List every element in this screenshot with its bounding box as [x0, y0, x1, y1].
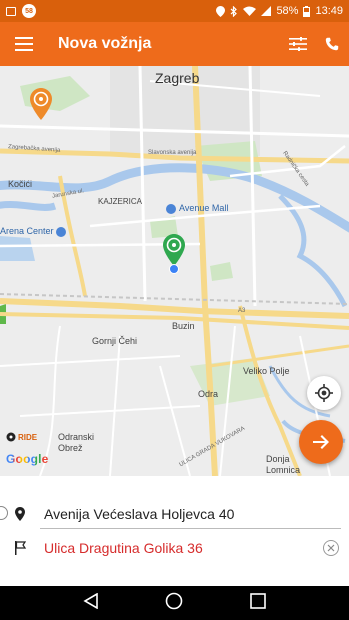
- recents-button[interactable]: [250, 592, 266, 614]
- arrow-right-icon: [313, 435, 329, 449]
- map-label-kocici: Kočići: [8, 179, 33, 189]
- map-poi-avenue-mall[interactable]: Avenue Mall: [166, 203, 228, 214]
- poi-label: Arena Center: [0, 226, 54, 236]
- map-label-kajzerica: KAJZERICA: [98, 197, 143, 206]
- notification-badge: 58: [22, 4, 36, 18]
- current-location-dot-icon: [169, 264, 179, 274]
- google-logo-text: Google: [6, 452, 49, 466]
- signal-icon: [261, 6, 272, 16]
- battery-percent: 58%: [276, 5, 299, 17]
- my-location-button[interactable]: [307, 376, 341, 410]
- call-button[interactable]: [315, 22, 349, 66]
- map-label-veliko-polje: Veliko Polje: [243, 366, 290, 376]
- clock: 13:49: [315, 5, 343, 17]
- back-button[interactable]: [83, 592, 99, 614]
- phone-icon: [325, 37, 339, 51]
- page-title: Nova vožnja: [58, 35, 152, 52]
- close-icon: [327, 544, 335, 552]
- next-button[interactable]: [299, 420, 343, 464]
- map-label-odranski-obrez: Odranski Obrež: [58, 432, 95, 453]
- location-icon: [216, 5, 226, 17]
- shopping-icon: [166, 203, 176, 214]
- clear-destination-button[interactable]: [323, 540, 339, 556]
- map-label-gornji-cehi: Gornji Čehi: [92, 336, 138, 346]
- battery-icon: [303, 5, 311, 17]
- ride-logo: RIDE: [6, 432, 37, 442]
- map-label-donja-lomnica: Donja Lomnica: [266, 454, 301, 475]
- status-bar: 58 58% 13:49: [0, 0, 349, 22]
- shopping-icon: [56, 226, 67, 237]
- home-button[interactable]: [165, 592, 183, 615]
- wifi-icon: [243, 6, 257, 16]
- home-icon: [166, 592, 183, 609]
- map-view[interactable]: Zagreb Zagrebačka avenija Slavonska aven…: [0, 66, 349, 476]
- crosshair-icon: [315, 384, 333, 402]
- map-label-city: Zagreb: [155, 70, 200, 86]
- poi-label: Avenue Mall: [179, 203, 229, 213]
- location-pin-icon: [15, 507, 25, 521]
- pickup-address: Avenija Većeslava Holjevca 40: [44, 506, 235, 522]
- app-bar: Nova vožnja: [0, 22, 349, 66]
- film-reel-icon: [6, 432, 16, 442]
- map-label-buzin: Buzin: [172, 321, 195, 331]
- image-notification-icon: [6, 6, 16, 16]
- destination-address: Ulica Dragutina Golika 36: [44, 540, 203, 556]
- address-panel: Avenija Većeslava Holjevca 40 Ulica Drag…: [0, 476, 349, 586]
- driver-pin-icon[interactable]: [30, 88, 52, 120]
- destination-address-row[interactable]: Ulica Dragutina Golika 36: [0, 528, 349, 568]
- google-logo: Google: [6, 452, 49, 466]
- system-nav-bar: [0, 586, 349, 620]
- recents-icon: [250, 592, 266, 609]
- bluetooth-icon: [231, 5, 238, 17]
- back-icon: [83, 592, 98, 609]
- map-label-odra: Odra: [198, 389, 219, 399]
- map-label-road-slavonska: Slavonska avenija: [148, 150, 197, 156]
- ride-logo-text: RIDE: [18, 432, 38, 442]
- menu-button[interactable]: [0, 22, 48, 66]
- map-label-road-a3: A3: [238, 308, 246, 314]
- flag-icon: [15, 541, 26, 555]
- sliders-icon: [289, 37, 307, 51]
- hamburger-menu-icon: [15, 37, 33, 51]
- map-poi-arena-center[interactable]: Arena Center: [0, 226, 69, 237]
- filter-button[interactable]: [281, 22, 315, 66]
- pickup-pin-icon[interactable]: [163, 234, 185, 266]
